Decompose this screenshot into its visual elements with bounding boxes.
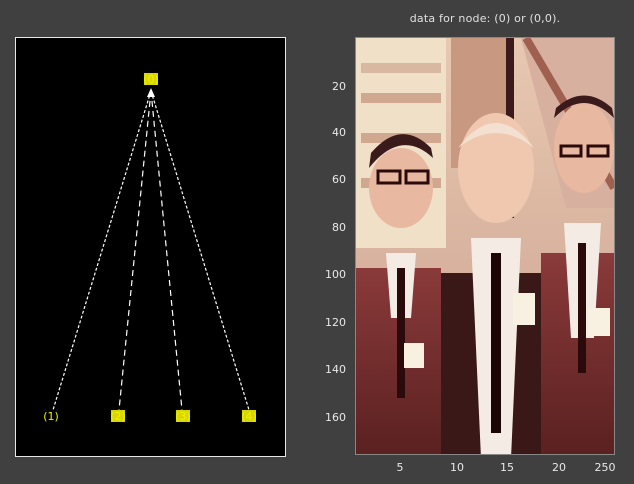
tree-diagram[interactable]: (0) (1) (2) (3) (4) xyxy=(16,38,285,456)
tree-edge-1 xyxy=(52,90,152,411)
tree-node-4-label: (4) xyxy=(241,410,257,423)
x-tick-label: 10 xyxy=(450,461,464,474)
image-axes-title: data for node: (0) or (0,0). xyxy=(409,12,561,25)
tree-node-4[interactable]: (4) xyxy=(241,410,257,423)
tree-node-root-label: (0) xyxy=(143,73,159,86)
tree-edge-4 xyxy=(150,90,250,411)
tree-node-3[interactable]: (3) xyxy=(175,410,191,423)
tree-edge-3 xyxy=(150,90,183,411)
y-tick-label: 100 xyxy=(325,268,346,281)
photo-image xyxy=(356,38,614,454)
x-tick-label: 15 xyxy=(500,461,514,474)
tree-edge-2 xyxy=(118,90,152,411)
tree-panel[interactable]: (0) (1) (2) (3) (4) xyxy=(15,37,286,457)
y-tick-label: 80 xyxy=(332,221,346,234)
x-tick-label: 5 xyxy=(396,461,404,474)
figure-window: (0) (1) (2) (3) (4) data for node: (0) o… xyxy=(0,0,634,484)
y-tick-label: 140 xyxy=(325,363,346,376)
tree-node-1[interactable]: (1) xyxy=(43,410,59,423)
y-tick-label: 20 xyxy=(332,80,346,93)
root-arrow-icon xyxy=(147,88,155,97)
tree-node-1-label: (1) xyxy=(43,410,59,423)
tree-node-root[interactable]: (0) xyxy=(143,73,159,86)
y-tick-label: 160 xyxy=(325,411,346,424)
x-tick-label: 20 xyxy=(552,461,566,474)
tree-node-3-label: (3) xyxy=(175,410,191,423)
y-tick-label: 120 xyxy=(325,316,346,329)
image-axes[interactable] xyxy=(355,37,615,455)
y-tick-label: 60 xyxy=(332,173,346,186)
tree-node-2-label: (2) xyxy=(110,410,126,423)
tree-node-2[interactable]: (2) xyxy=(110,410,126,423)
y-tick-label: 40 xyxy=(332,126,346,139)
x-tick-label: 250 xyxy=(594,461,616,474)
